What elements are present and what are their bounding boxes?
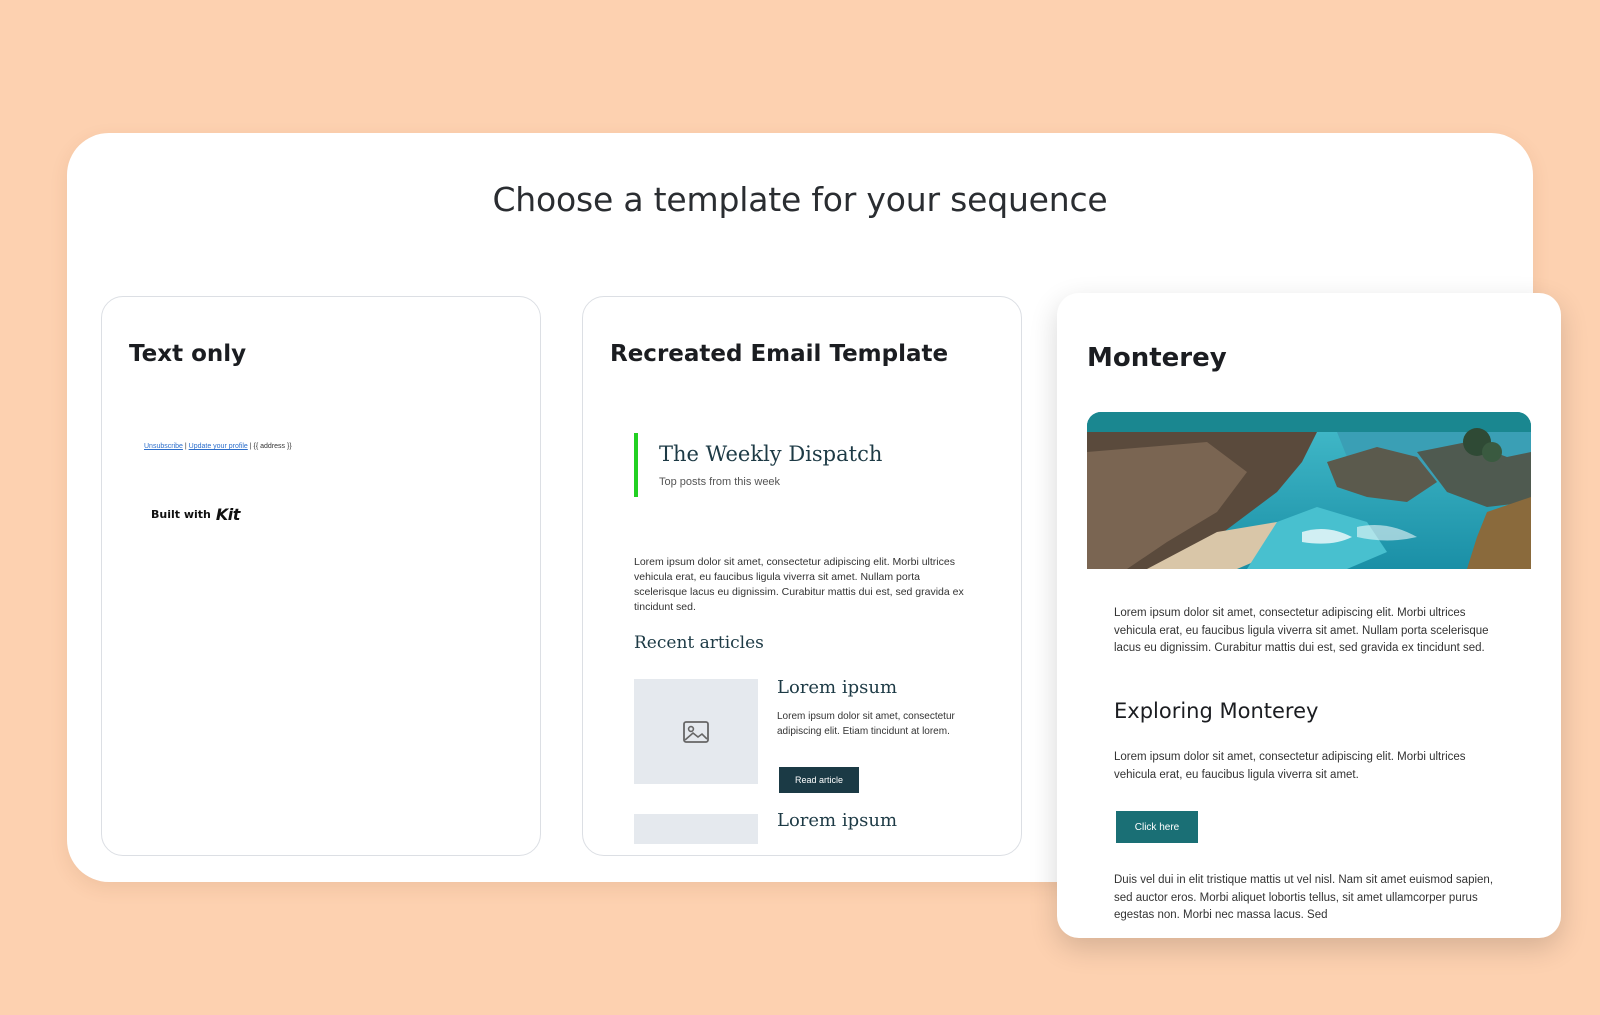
address-placeholder: {{ address }} bbox=[253, 443, 292, 450]
template-title: Recreated Email Template bbox=[610, 341, 949, 367]
email-footer-links: Unsubscribe | Update your profile | {{ a… bbox=[144, 443, 292, 450]
newsletter-title: The Weekly Dispatch bbox=[659, 442, 883, 466]
hero-image bbox=[1087, 412, 1531, 569]
article-title: Lorem ipsum bbox=[777, 810, 898, 831]
article-excerpt: Lorem ipsum dolor sit amet, consectetur … bbox=[777, 711, 955, 737]
built-with-badge: Built with Kit bbox=[151, 505, 240, 524]
unsubscribe-link: Unsubscribe bbox=[144, 443, 183, 450]
template-card-monterey[interactable]: Monterey Lorem ipsum dolor sit amet, con… bbox=[1057, 293, 1561, 938]
body-paragraph: Lorem ipsum dolor sit amet, consectetur … bbox=[1114, 607, 1489, 654]
update-profile-link: Update your profile bbox=[188, 443, 248, 450]
body-paragraph: Duis vel dui in elit tristique mattis ut… bbox=[1114, 874, 1494, 921]
article-title: Lorem ipsum bbox=[777, 677, 898, 698]
template-title: Monterey bbox=[1087, 343, 1227, 373]
page-title: Choose a template for your sequence bbox=[492, 180, 1108, 219]
article-image-placeholder bbox=[634, 814, 758, 844]
template-card-text-only[interactable]: Text only Unsubscribe | Update your prof… bbox=[101, 296, 541, 856]
recent-articles-heading: Recent articles bbox=[634, 633, 764, 653]
read-article-button: Read article bbox=[779, 767, 859, 793]
coastline-photo bbox=[1087, 412, 1531, 569]
body-paragraph: Lorem ipsum dolor sit amet, consectetur … bbox=[1114, 751, 1466, 781]
section-heading: Exploring Monterey bbox=[1114, 699, 1319, 723]
intro-paragraph: Lorem ipsum dolor sit amet, consectetur … bbox=[634, 556, 964, 613]
article-image-placeholder bbox=[634, 679, 758, 784]
built-with-label: Built with bbox=[151, 508, 211, 521]
click-here-button: Click here bbox=[1116, 811, 1198, 843]
newsletter-subtitle: Top posts from this week bbox=[659, 476, 781, 488]
image-icon bbox=[683, 720, 709, 743]
kit-logo: Kit bbox=[215, 505, 241, 524]
template-title: Text only bbox=[129, 341, 247, 367]
accent-bar bbox=[634, 433, 638, 497]
template-card-recreated-email[interactable]: Recreated Email Template The Weekly Disp… bbox=[582, 296, 1022, 856]
